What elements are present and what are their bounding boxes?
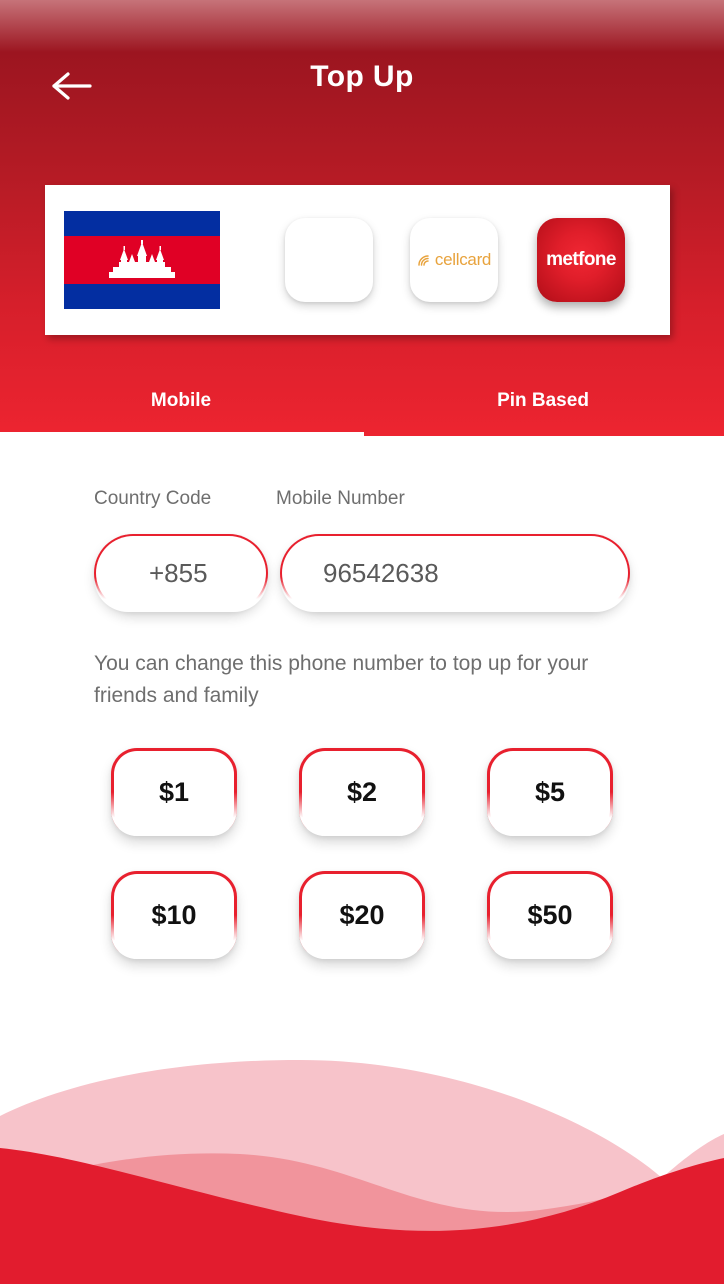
operator-item-country-flag[interactable]: [64, 211, 220, 309]
country-code-input[interactable]: +855: [94, 534, 268, 612]
tab-bar: Mobile Pin Based: [0, 372, 724, 436]
mobile-number-value: 96542638: [323, 557, 439, 588]
app-header: Top Up cellcard metfone Mobile Pin Based: [0, 0, 724, 438]
amount-row: $10 $20 $50: [0, 871, 724, 959]
amount-button-5[interactable]: $5: [487, 748, 613, 836]
amount-label: $2: [346, 776, 378, 807]
cellcard-logo-icon: [418, 255, 429, 266]
tab-mobile-label: Mobile: [150, 390, 212, 411]
amount-row: $1 $2 $5: [0, 748, 724, 836]
operator-carousel: cellcard metfone: [45, 185, 670, 335]
angkor-wat-icon: [109, 240, 175, 278]
amount-button-2[interactable]: $2: [299, 748, 425, 836]
mobile-number-label: Mobile Number: [276, 488, 405, 509]
country-code-label: Country Code: [94, 488, 212, 509]
mobile-number-input[interactable]: 96542638: [280, 534, 630, 612]
wave-decoration: [0, 1038, 724, 1284]
top-up-screen: Top Up cellcard metfone Mobile Pin Based…: [0, 0, 724, 1284]
blank-card-icon: [285, 218, 373, 302]
amount-grid: $1 $2 $5 $10 $20 $50: [0, 748, 724, 994]
country-code-value: +855: [149, 557, 208, 588]
page-title: Top Up: [310, 60, 414, 93]
operator-item-blank[interactable]: [285, 218, 373, 302]
tab-pin-based-label: Pin Based: [497, 390, 589, 411]
tab-pin-based[interactable]: Pin Based: [362, 372, 724, 436]
amount-label: $5: [534, 776, 566, 807]
metfone-logo-icon: metfone: [546, 249, 616, 271]
amount-button-10[interactable]: $10: [111, 871, 237, 959]
operator-item-cellcard[interactable]: cellcard: [410, 218, 498, 302]
amount-label: $20: [339, 899, 385, 930]
amount-button-1[interactable]: $1: [111, 748, 237, 836]
amount-label: $1: [158, 776, 190, 807]
field-label-row: Country Code Mobile Number: [0, 488, 724, 518]
cambodia-flag-icon: [64, 211, 220, 309]
tab-mobile[interactable]: Mobile: [0, 372, 362, 436]
amount-button-50[interactable]: $50: [487, 871, 613, 959]
field-input-row: +855 96542638: [0, 534, 724, 614]
operator-item-metfone[interactable]: metfone: [537, 218, 625, 302]
metfone-label: metfone: [546, 249, 616, 270]
amount-label: $10: [151, 899, 197, 930]
helper-text: You can change this phone number to top …: [94, 652, 589, 707]
cellcard-label: cellcard: [434, 250, 492, 269]
amount-label: $50: [527, 899, 573, 930]
amount-button-20[interactable]: $20: [299, 871, 425, 959]
